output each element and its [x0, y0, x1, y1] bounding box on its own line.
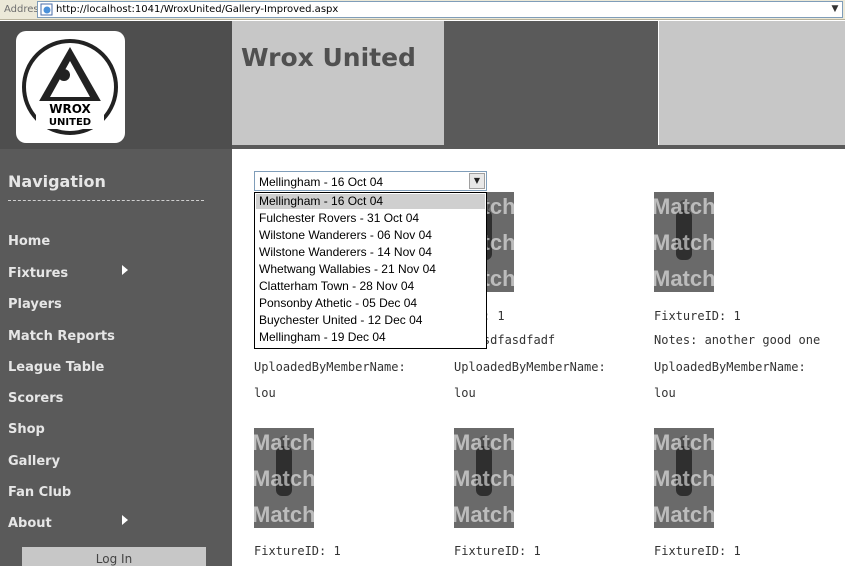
fixture-id-label: FixtureID: 1	[654, 309, 741, 323]
gallery-thumbnail[interactable]: Match Match Match	[654, 192, 714, 292]
uploaded-by-label: UploadedByMemberName:	[654, 360, 806, 374]
fixture-options-list: Mellingham - 16 Oct 04 Fulchester Rovers…	[254, 192, 487, 349]
fixture-id-label: FixtureID: 1	[454, 544, 541, 558]
gallery-thumbnail[interactable]: Match Match Match	[454, 428, 514, 528]
fixture-option[interactable]: Ponsonby Athetic - 05 Dec 04	[256, 296, 485, 311]
member-name: lou	[454, 386, 476, 400]
nav-item-about[interactable]: About	[8, 516, 52, 531]
watermark-text: Match	[654, 194, 714, 219]
nav-item-shop[interactable]: Shop	[8, 422, 45, 437]
site-title: Wrox United	[241, 43, 416, 72]
nav-item-players[interactable]: Players	[8, 297, 62, 312]
address-bar: Address ▼ http://localhost:1041/WroxUnit…	[0, 0, 845, 20]
watermark-text: Match	[654, 466, 714, 491]
address-url[interactable]: http://localhost:1041/WroxUnited/Gallery…	[56, 4, 338, 15]
chevron-down-icon[interactable]: ▼	[469, 173, 485, 189]
fixture-option[interactable]: Wilstone Wanderers - 14 Nov 04	[256, 245, 485, 260]
chevron-right-icon[interactable]	[122, 265, 128, 275]
sidebar	[0, 149, 232, 566]
login-button[interactable]: Log In	[22, 547, 206, 566]
fixture-option[interactable]: Wilstone Wanderers - 06 Nov 04	[256, 228, 485, 243]
nav-item-home[interactable]: Home	[8, 234, 50, 249]
watermark-text: Match	[454, 466, 514, 491]
nav-item-fan-club[interactable]: Fan Club	[8, 485, 71, 500]
header-divider	[232, 145, 845, 149]
fixture-option[interactable]: Clatterham Town - 28 Nov 04	[256, 279, 485, 294]
gallery-thumbnail[interactable]: Match Match Match	[654, 428, 714, 528]
fixture-select[interactable]: Mellingham - 16 Oct 04 ▼	[254, 171, 487, 191]
watermark-text: Match	[654, 266, 714, 291]
nav-item-fixtures[interactable]: Fixtures	[8, 266, 68, 281]
watermark-text: Match	[254, 430, 314, 455]
nav-item-gallery[interactable]: Gallery	[8, 454, 60, 469]
watermark-text: Match	[454, 502, 514, 527]
watermark-text: Match	[654, 230, 714, 255]
club-crest-icon: WROX UNITED	[22, 39, 118, 135]
nav-item-league-table[interactable]: League Table	[8, 360, 104, 375]
member-name: lou	[654, 386, 676, 400]
fixture-option[interactable]: Fulchester Rovers - 31 Oct 04	[256, 211, 485, 226]
logo[interactable]: WROX UNITED	[16, 31, 125, 143]
watermark-text: Match	[254, 502, 314, 527]
watermark-text: Match	[654, 430, 714, 455]
gallery-thumbnail[interactable]: Match Match Match	[254, 428, 314, 528]
watermark-text: Match	[654, 502, 714, 527]
header-panel-light	[658, 21, 845, 149]
fixture-option[interactable]: Mellingham - 16 Oct 04	[256, 194, 485, 209]
header-panel-dark	[444, 21, 658, 149]
nav-divider	[8, 200, 204, 201]
fixture-id-label: FixtureID: 1	[654, 544, 741, 558]
page-icon	[40, 3, 53, 16]
fixture-option[interactable]: Whetwang Wallabies - 21 Nov 04	[256, 262, 485, 277]
nav-item-match-reports[interactable]: Match Reports	[8, 329, 115, 344]
member-name: lou	[254, 386, 276, 400]
nav-item-scorers[interactable]: Scorers	[8, 391, 63, 406]
notes-label: Notes: another good one	[654, 333, 821, 347]
nav-title: Navigation	[8, 172, 106, 191]
fixture-select-value: Mellingham - 16 Oct 04	[259, 175, 384, 189]
logo-text-wrox: WROX	[49, 102, 91, 116]
uploaded-by-label: UploadedByMemberName:	[254, 360, 406, 374]
fixture-id-label: FixtureID: 1	[254, 544, 341, 558]
watermark-text: Match	[254, 466, 314, 491]
chevron-right-icon[interactable]	[122, 515, 128, 525]
header-title-area	[232, 21, 444, 149]
logo-text-united: UNITED	[49, 117, 91, 128]
fixture-option[interactable]: Mellingham - 19 Dec 04	[256, 330, 485, 345]
watermark-text: Match	[454, 430, 514, 455]
chevron-down-icon[interactable]: ▼	[828, 2, 842, 17]
fixture-option[interactable]: Buychester United - 12 Dec 04	[256, 313, 485, 328]
uploaded-by-label: UploadedByMemberName:	[454, 360, 606, 374]
